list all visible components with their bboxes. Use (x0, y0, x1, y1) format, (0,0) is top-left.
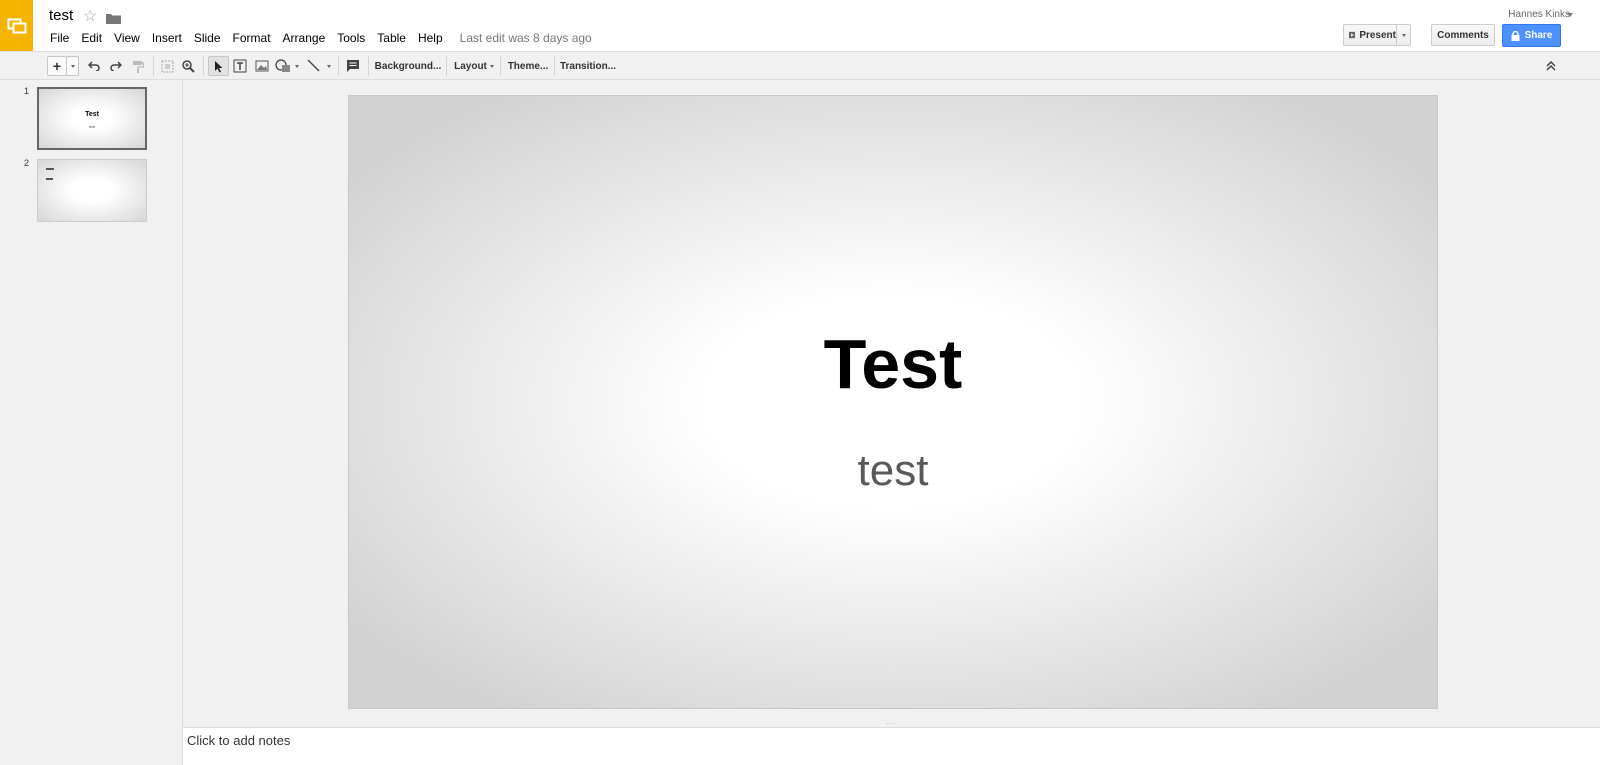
menu-insert[interactable]: Insert (146, 30, 188, 46)
zoom-fit-icon (161, 60, 173, 72)
layout-button[interactable]: Layout (450, 56, 498, 76)
toolbar: + Background... Layout Theme... Transiti… (0, 51, 1600, 80)
paint-roller-icon (133, 60, 144, 73)
toolbar-divider (500, 56, 501, 76)
new-slide-button[interactable]: + (47, 56, 67, 76)
last-edit-status[interactable]: Last edit was 8 days ago (460, 30, 592, 46)
present-dropdown-button[interactable] (1396, 24, 1411, 46)
slide-canvas[interactable]: Test test (348, 95, 1438, 709)
menu-slide[interactable]: Slide (188, 30, 227, 46)
present-button[interactable]: Present (1343, 24, 1396, 46)
slide-number: 1 (24, 86, 30, 96)
chevron-down-icon (295, 64, 299, 68)
share-button[interactable]: Share (1502, 24, 1561, 47)
shape-icon (275, 59, 290, 72)
menu-bar: File Edit View Insert Slide Format Arran… (44, 30, 592, 46)
text-box-button[interactable] (230, 56, 250, 76)
lock-icon (1511, 30, 1520, 41)
insert-image-button[interactable] (252, 56, 272, 76)
line-icon (307, 59, 320, 72)
layout-label: Layout (454, 60, 487, 72)
shape-button[interactable] (273, 56, 301, 76)
double-chevron-up-icon (1546, 61, 1556, 71)
toolbar-divider (446, 56, 447, 76)
thumbnail-subtitle: test (88, 124, 96, 129)
folder-icon[interactable] (106, 11, 121, 29)
theme-button[interactable]: Theme... (504, 56, 552, 76)
slide-thumbnail-2[interactable] (37, 159, 147, 222)
select-tool-button[interactable] (208, 56, 229, 76)
toolbar-divider (153, 56, 154, 76)
menu-help[interactable]: Help (412, 30, 449, 46)
slide-editor: Test test (183, 80, 1600, 720)
menu-view[interactable]: View (108, 30, 146, 46)
comment-button[interactable] (343, 56, 363, 76)
new-slide-dropdown[interactable] (66, 56, 79, 76)
menu-format[interactable]: Format (227, 30, 277, 46)
chevron-down-icon (489, 64, 494, 68)
chevron-down-icon (70, 64, 75, 68)
redo-button[interactable] (106, 56, 126, 76)
menu-arrange[interactable]: Arrange (277, 30, 332, 46)
menu-table[interactable]: Table (371, 30, 412, 46)
undo-button[interactable] (84, 56, 104, 76)
slide-number: 2 (24, 158, 30, 168)
slide-title[interactable]: Test (349, 324, 1437, 404)
document-title[interactable]: test (49, 7, 73, 24)
comments-button[interactable]: Comments (1431, 24, 1495, 46)
undo-icon (88, 61, 100, 71)
chevron-down-icon (1401, 33, 1406, 37)
menu-file[interactable]: File (44, 30, 75, 46)
thumbnail-title-placeholder (46, 168, 54, 170)
toolbar-divider (554, 56, 555, 76)
header: test ☆ File Edit View Insert Slide Forma… (0, 0, 1600, 51)
account-caret-icon[interactable] (1567, 13, 1573, 17)
zoom-fit-button[interactable] (157, 56, 177, 76)
zoom-icon (181, 59, 195, 73)
transition-button[interactable]: Transition... (558, 56, 618, 76)
plus-icon: + (52, 58, 62, 74)
account-name[interactable]: Hannes Kinks (1508, 9, 1570, 20)
slide-filmstrip: 1 Test test 2 (0, 80, 183, 765)
slide-thumbnail-1[interactable]: Test test (37, 87, 147, 150)
toolbar-divider (203, 56, 204, 76)
comment-icon (347, 60, 359, 72)
share-label: Share (1524, 30, 1553, 41)
redo-icon (110, 61, 122, 71)
play-icon (1349, 31, 1356, 39)
image-icon (255, 60, 269, 72)
thumbnail-body-placeholder (46, 178, 53, 180)
slide-subtitle[interactable]: test (349, 446, 1437, 496)
cursor-arrow-icon (214, 60, 222, 72)
collapse-menus-button[interactable] (1541, 56, 1561, 76)
present-label: Present (1359, 29, 1396, 41)
menu-tools[interactable]: Tools (331, 30, 371, 46)
chevron-down-icon (327, 64, 331, 68)
zoom-button[interactable] (178, 56, 198, 76)
background-button[interactable]: Background... (372, 56, 444, 76)
line-button[interactable] (305, 56, 333, 76)
text-box-icon (233, 59, 247, 73)
toolbar-divider (368, 56, 369, 76)
slides-logo-icon[interactable] (0, 0, 33, 51)
thumbnail-title: Test (85, 111, 99, 118)
grip-dots-icon: ··· (886, 718, 897, 728)
star-icon[interactable]: ☆ (83, 6, 97, 26)
paint-format-button[interactable] (128, 56, 148, 76)
speaker-notes[interactable]: Click to add notes (183, 729, 1600, 765)
notes-resize-handle[interactable]: ··· (183, 718, 1600, 728)
toolbar-divider (338, 56, 339, 76)
menu-edit[interactable]: Edit (75, 30, 108, 46)
